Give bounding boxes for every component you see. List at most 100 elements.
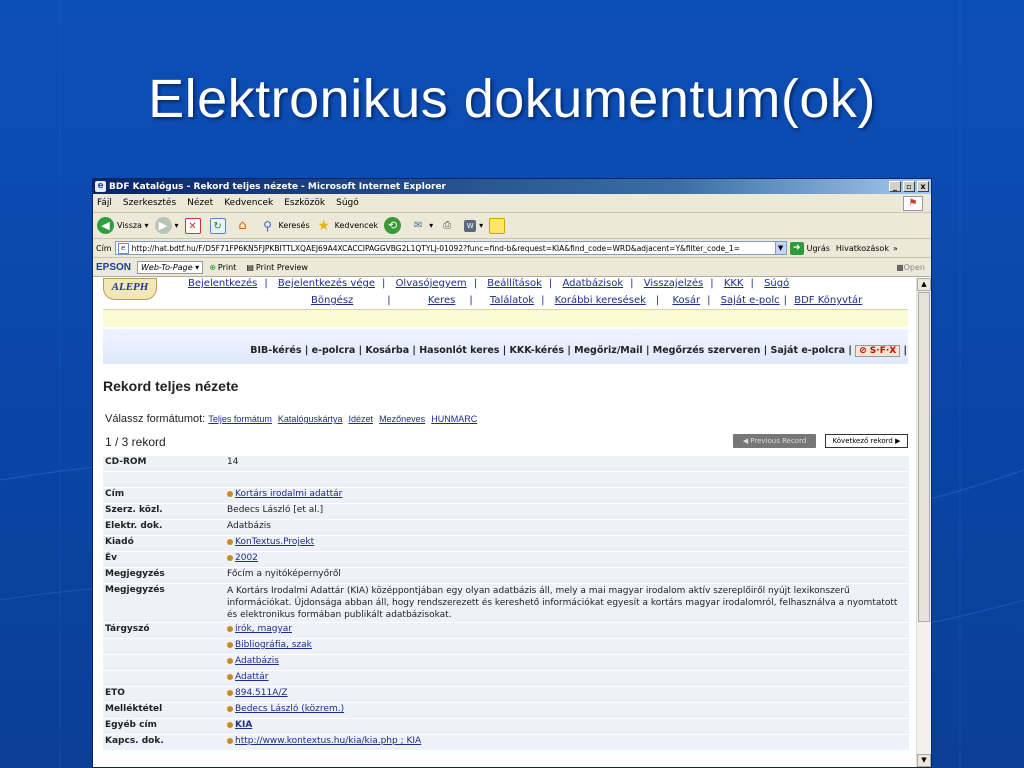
field-label: [103, 472, 225, 487]
nav-bdf-library[interactable]: BDF Könyvtár: [794, 295, 862, 306]
menu-file[interactable]: Fájl: [97, 198, 112, 208]
scroll-down-icon[interactable]: ▼: [917, 754, 931, 767]
scroll-up-icon[interactable]: ▲: [917, 278, 931, 291]
format-citation[interactable]: Idézet: [349, 414, 374, 424]
sfx-button[interactable]: ⊘ S·F·X: [855, 345, 901, 357]
field-value: írók, magyar: [225, 623, 909, 638]
nav-my-eshelf[interactable]: Saját e-polc: [721, 295, 780, 306]
field-link[interactable]: http://www.kontextus.hu/kia/kia.php ; KI…: [235, 736, 421, 746]
favorites-button[interactable]: ★ Kedvencek: [316, 218, 378, 234]
nav-help[interactable]: Súgó: [764, 278, 789, 289]
address-input[interactable]: e http://hat.bdtf.hu/F/D5F71FP6KN5FJPKBI…: [114, 241, 787, 255]
action-bib-request[interactable]: BIB-kérés: [250, 345, 301, 356]
field-link[interactable]: 894.511A/Z: [235, 688, 288, 698]
go-icon[interactable]: ➜: [789, 241, 804, 255]
nav-settings[interactable]: Beállítások: [487, 278, 542, 289]
nav-results[interactable]: Találatok: [490, 295, 534, 306]
format-catalog-card[interactable]: Katalóguskártya: [278, 414, 343, 424]
print-button[interactable]: ⎙: [439, 218, 458, 234]
maximize-button[interactable]: ▫: [903, 181, 915, 192]
field-link[interactable]: KonTextus.Projekt: [235, 537, 314, 547]
scrollbar-thumb[interactable]: [918, 292, 930, 622]
record-counter: 1 / 3 rekord: [105, 435, 166, 449]
format-field-names[interactable]: Mezőneves: [379, 414, 425, 424]
menu-tools[interactable]: Eszközök: [284, 198, 325, 208]
vertical-scrollbar[interactable]: ▲ ▼: [916, 278, 931, 767]
field-text: Főcím a nyitóképernyőről: [227, 569, 341, 579]
action-to-eshelf[interactable]: e-polcra: [312, 345, 356, 356]
history-button[interactable]: ⟲: [384, 217, 404, 234]
nav-login[interactable]: Bejelentkezés: [188, 278, 257, 289]
field-link[interactable]: Adatbázis: [235, 656, 279, 666]
field-label: Melléktétel: [103, 703, 225, 718]
action-save-server[interactable]: Megőrzés szerveren: [653, 345, 761, 356]
back-button[interactable]: ◀ Vissza ▾: [97, 217, 149, 234]
notes-button[interactable]: [489, 217, 508, 234]
field-link[interactable]: írók, magyar: [235, 624, 292, 634]
field-link[interactable]: Bibliográfia, szak: [235, 640, 312, 650]
epson-logo: EPSON: [96, 261, 132, 273]
table-row: Adattár: [103, 671, 909, 686]
menu-favorites[interactable]: Kedvencek: [224, 198, 273, 208]
table-row: [103, 472, 909, 487]
nav-feedback[interactable]: Visszajelzés: [644, 278, 704, 289]
field-link[interactable]: Adattár: [235, 672, 269, 682]
field-label: [103, 639, 225, 654]
close-button[interactable]: x: [917, 181, 929, 192]
open-button[interactable]: ■Open: [896, 263, 925, 272]
field-value: Kortárs irodalmi adattár: [225, 488, 909, 503]
refresh-icon: ↻: [209, 217, 226, 234]
action-kkk-request[interactable]: KKK-kérés: [510, 345, 565, 356]
edit-button[interactable]: W ▾: [464, 219, 483, 232]
action-save-mail[interactable]: Megőriz/Mail: [574, 345, 643, 356]
table-row: Kiadó KonTextus.Projekt: [103, 536, 909, 551]
bullet-icon: [227, 554, 233, 561]
bullet-icon: [227, 705, 233, 712]
links-button[interactable]: Hivatkozások: [836, 244, 889, 253]
field-link[interactable]: Kortárs irodalmi adattár: [235, 489, 342, 499]
field-link[interactable]: 2002: [235, 553, 258, 563]
field-label: Tárgyszó: [103, 623, 225, 638]
home-button[interactable]: ⌂: [235, 218, 254, 234]
forward-button[interactable]: ▶ ▾: [154, 217, 179, 234]
nav-previous-searches[interactable]: Korábbi keresések: [555, 295, 646, 306]
table-row: Melléktétel Bedecs László (közrem.): [103, 703, 909, 718]
menu-help[interactable]: Súgó: [336, 198, 359, 208]
epson-print-button[interactable]: Print: [218, 263, 236, 272]
field-label: Megjegyzés: [103, 568, 225, 583]
format-selector: Válassz formátumot: Teljes formátum Kata…: [105, 413, 480, 425]
menu-view[interactable]: Nézet: [187, 198, 213, 208]
format-full[interactable]: Teljes formátum: [208, 414, 272, 424]
links-chevron-icon[interactable]: »: [893, 244, 898, 253]
search-button[interactable]: ⚲ Keresés: [260, 218, 309, 234]
mail-button[interactable]: ✉ ▾: [410, 218, 433, 234]
address-dropdown-icon[interactable]: ▼: [774, 242, 786, 254]
nav-kkk[interactable]: KKK: [724, 278, 744, 289]
nav-databases[interactable]: Adatbázisok: [562, 278, 623, 289]
menu-bar: Fájl Szerkesztés Nézet Kedvencek Eszközö…: [93, 194, 931, 213]
action-to-my-eshelf[interactable]: Saját e-polcra: [771, 345, 845, 356]
go-button[interactable]: Ugrás: [807, 244, 830, 253]
nav-basket[interactable]: Kosár: [672, 295, 700, 306]
field-value: A Kortárs Irodalmi Adattár (KIA) középpo…: [225, 584, 909, 622]
format-hunmarc[interactable]: HUNMARC: [431, 414, 477, 424]
nav-logout[interactable]: Bejelentkezés vége: [278, 278, 375, 289]
previous-record-button[interactable]: ◀ Previous Record: [733, 434, 816, 448]
web-to-page-dropdown[interactable]: Web-To-Page ▾: [137, 260, 204, 274]
menu-edit[interactable]: Szerkesztés: [123, 198, 176, 208]
minimize-button[interactable]: _: [889, 181, 901, 192]
refresh-button[interactable]: ↻: [209, 217, 229, 234]
nav-reader-card[interactable]: Olvasójegyem: [396, 278, 467, 289]
home-icon: ⌂: [238, 217, 247, 233]
next-record-button[interactable]: Következő rekord ▶: [825, 434, 908, 448]
field-link[interactable]: KIA: [235, 720, 252, 730]
field-link[interactable]: Bedecs László (közrem.): [235, 704, 344, 714]
print-preview-button[interactable]: Print Preview: [256, 263, 308, 272]
action-find-similar[interactable]: Hasonlót keres: [419, 345, 499, 356]
action-to-basket[interactable]: Kosárba: [365, 345, 409, 356]
stop-button[interactable]: ✕: [184, 217, 204, 234]
forward-arrow-icon: ▶: [154, 217, 172, 234]
nav-browse[interactable]: Böngész: [311, 295, 353, 306]
ie-icon: e: [95, 181, 106, 192]
nav-search[interactable]: Keres: [428, 295, 455, 306]
